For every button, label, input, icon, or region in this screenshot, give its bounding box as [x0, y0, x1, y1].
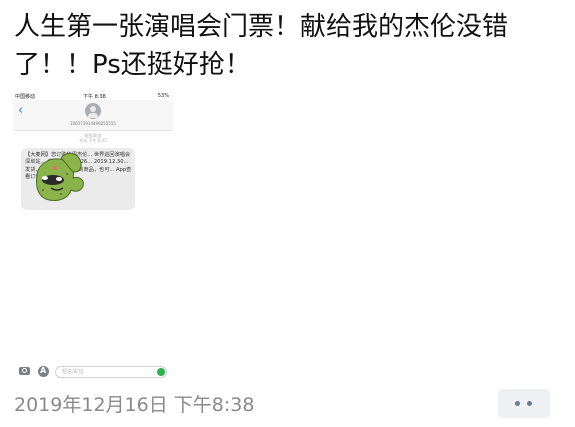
more-icon — [527, 401, 532, 406]
sms-compose-bar: 短信/彩信 — [13, 364, 173, 380]
post-timestamp: 2019年12月16日 下午8:38 — [14, 394, 255, 416]
avatar-icon — [85, 103, 101, 119]
sms-input-placeholder: 短信/彩信 — [62, 369, 84, 375]
sms-date: 短信/彩信 今天 下午 8:35 — [13, 133, 173, 143]
mic-icon — [157, 368, 165, 376]
sms-screenshot-image[interactable]: 中国移动 下午 8:38 53% ‹ 106573914499255555 短信… — [13, 92, 173, 392]
status-time: 下午 8:38 — [83, 94, 106, 100]
sms-sender-number: 106573914499255555 — [70, 121, 116, 126]
sms-header: ‹ 106573914499255555 — [13, 100, 173, 131]
more-icon — [515, 401, 520, 406]
back-icon: ‹ — [18, 103, 24, 118]
status-carrier: 中国移动 — [15, 94, 36, 100]
sms-input: 短信/彩信 — [55, 366, 167, 378]
more-button[interactable] — [498, 389, 550, 418]
appstore-icon — [38, 366, 49, 377]
phone-status-bar: 中国移动 下午 8:38 53% — [13, 92, 173, 100]
camera-icon — [19, 367, 30, 375]
cactus-sticker — [36, 153, 84, 201]
post-text: 人生第一张演唱会门票！献给我的杰伦没错了！！Ps还挺好抢！ — [14, 12, 509, 80]
status-battery: 53% — [157, 93, 169, 99]
sms-date-time: 今天 下午 8:35 — [79, 138, 107, 143]
